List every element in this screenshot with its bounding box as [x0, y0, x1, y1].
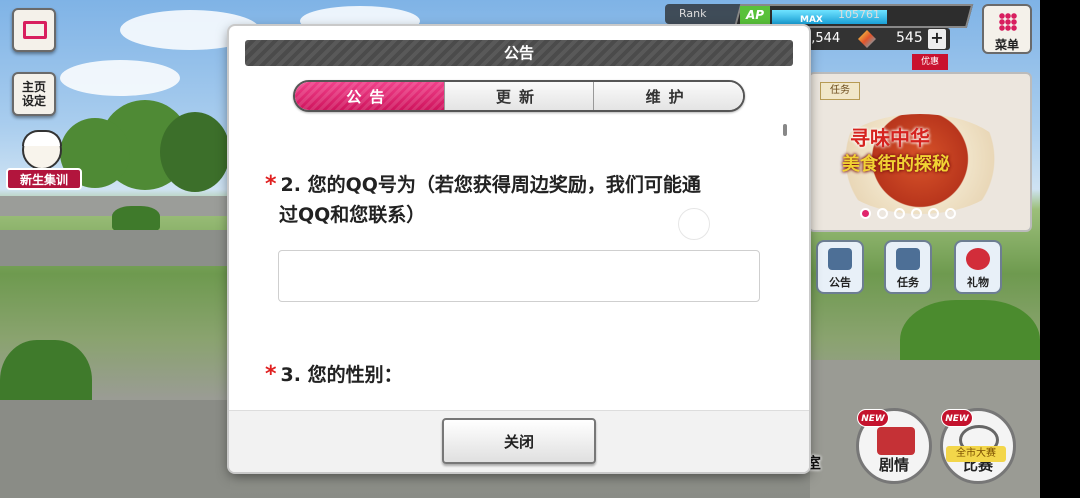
- banner-pagination: [860, 208, 956, 219]
- story-label: 剧情: [878, 456, 909, 474]
- bush: [112, 206, 160, 232]
- gift-label: 礼物: [967, 276, 989, 289]
- road: [0, 400, 230, 498]
- qq-number-input[interactable]: [278, 250, 760, 302]
- screen-edge: [1040, 0, 1080, 498]
- ap-label: AP: [740, 6, 770, 24]
- road: [0, 230, 230, 266]
- pagination-dot[interactable]: [894, 208, 905, 219]
- clipboard-icon: [896, 248, 920, 270]
- sale-tag[interactable]: 优惠: [912, 54, 948, 70]
- event-tag: 任务: [820, 82, 860, 100]
- question-gender-text: 3. 您的性别：: [280, 364, 403, 386]
- question-qq-text: 2. 您的QQ号为（若您获得周边奖励，我们可能通: [280, 174, 701, 196]
- question-gender: * 3. 您的性别：: [265, 360, 403, 390]
- gem-count: 545: [896, 30, 923, 46]
- event-title-line1: 寻味中华: [850, 126, 930, 150]
- dialog-tabs: 公告 更新 维护: [293, 80, 745, 112]
- newbie-training-label: 新生集训: [6, 168, 82, 190]
- survey-content[interactable]: * 2. 您的QQ号为（若您获得周边奖励，我们可能通 过QQ和您联系） * 3. 您…: [229, 120, 809, 410]
- close-button[interactable]: 关闭: [442, 418, 596, 464]
- question-qq: * 2. 您的QQ号为（若您获得周边奖励，我们可能通: [265, 170, 765, 200]
- story-button[interactable]: NEW 剧情: [856, 408, 932, 484]
- required-mark: *: [265, 172, 277, 197]
- announcement-dialog: 公告 公告 更新 维护 * 2. 您的QQ号为（若您获得周边奖励，我们可能通 过Q…: [229, 26, 809, 472]
- pagination-dot[interactable]: [928, 208, 939, 219]
- pagination-dot[interactable]: [877, 208, 888, 219]
- tab-announcement[interactable]: 公告: [295, 82, 444, 110]
- gift-icon: [966, 248, 990, 270]
- home-settings-button[interactable]: 主页 设定: [12, 72, 56, 116]
- new-badge: NEW: [941, 409, 973, 427]
- newbie-training-button[interactable]: 新生集训: [6, 128, 82, 200]
- match-tag: 全市大赛: [946, 446, 1006, 462]
- megaphone-icon: [828, 248, 852, 270]
- pagination-dot[interactable]: [860, 208, 871, 219]
- task-label: 任务: [897, 276, 919, 289]
- task-button[interactable]: 任务: [884, 240, 932, 294]
- event-title-line2: 美食街的探秘: [842, 154, 950, 175]
- menu-button[interactable]: 菜单: [982, 4, 1032, 54]
- home-settings-label: 主页 设定: [21, 80, 46, 108]
- dialog-footer: 关闭: [229, 410, 809, 472]
- gift-button[interactable]: 礼物: [954, 240, 1002, 294]
- tab-maintenance[interactable]: 维护: [593, 82, 743, 110]
- tab-update[interactable]: 更新: [443, 82, 594, 110]
- screen-rotate-icon: [23, 21, 47, 39]
- pagination-dot[interactable]: [945, 208, 956, 219]
- notice-label: 公告: [829, 276, 851, 289]
- add-gems-button[interactable]: +: [928, 29, 946, 49]
- tree: [160, 112, 230, 192]
- cloud: [60, 60, 180, 96]
- menu-grid-icon: [999, 13, 1017, 31]
- menu-label: 菜单: [994, 38, 1019, 52]
- dialog-title: 公告: [503, 44, 534, 62]
- screen-mode-button[interactable]: [12, 8, 56, 52]
- touch-indicator: [678, 208, 710, 240]
- new-badge: NEW: [857, 409, 889, 427]
- scrollbar[interactable]: [783, 124, 787, 136]
- question-qq-text-line2: 过QQ和您联系）: [279, 204, 426, 226]
- rank-label: Rank: [665, 4, 745, 24]
- ap-value: 105761: [838, 8, 880, 21]
- pagination-dot[interactable]: [911, 208, 922, 219]
- required-mark: *: [265, 362, 277, 387]
- cap-icon: [22, 130, 62, 146]
- notice-button[interactable]: 公告: [816, 240, 864, 294]
- ap-max-label: MAX: [800, 15, 823, 25]
- dialog-header: 公告: [245, 40, 793, 66]
- book-icon: [877, 427, 915, 455]
